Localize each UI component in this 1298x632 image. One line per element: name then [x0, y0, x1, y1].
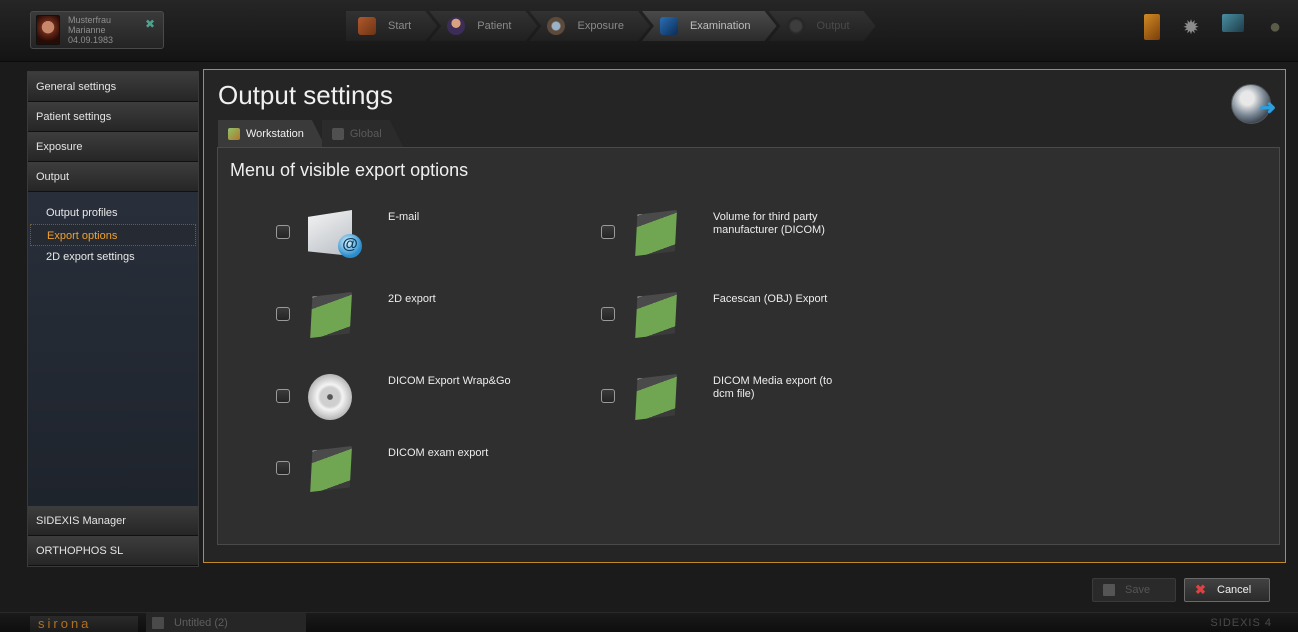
export-options-panel: Menu of visible export options @ E-mail … — [217, 147, 1280, 545]
workflow-step-patient[interactable]: Patient — [429, 11, 537, 41]
save-label: Save — [1125, 584, 1151, 596]
sidebar-item-sidexis-manager[interactable]: SIDEXIS Manager — [28, 506, 198, 536]
sidebar-item-exposure[interactable]: Exposure — [28, 132, 198, 162]
workflow-step-label: Examination — [689, 20, 751, 32]
exposure-icon — [547, 17, 565, 35]
disc-icon — [308, 374, 352, 420]
pin-icon[interactable]: ✖ — [145, 17, 155, 31]
sidebar-bottom: SIDEXIS Manager ORTHOPHOS SL — [28, 506, 198, 566]
option-label: 2D export — [388, 293, 436, 305]
option-label: DICOM exam export — [388, 447, 489, 459]
option-dicom-export-wrapgo: DICOM Export Wrap&Go — [276, 374, 576, 444]
sidebar-item-general-settings[interactable]: General settings — [28, 72, 198, 102]
workflow-step-label: Exposure — [577, 20, 624, 32]
floppy-icon — [310, 292, 352, 338]
start-icon — [358, 17, 376, 35]
floppy-icon — [635, 374, 677, 420]
examination-icon — [660, 17, 678, 35]
option-2d-export: 2D export — [276, 292, 576, 362]
option-label: Facescan (OBJ) Export — [713, 293, 828, 305]
workflow-bar: Start Patient Exposure Examination Outpu… — [346, 11, 868, 41]
sidebar-subitems: Output profiles Export options 2D export… — [28, 192, 198, 268]
option-label: DICOM Export Wrap&Go — [388, 375, 511, 387]
section-heading: Menu of visible export options — [230, 160, 469, 180]
option-dicom-media-export: DICOM Media export (to dcm file) — [601, 374, 901, 444]
patient-last-name: Musterfrau — [68, 15, 112, 25]
patient-card[interactable]: Musterfrau Marianne 04.09.1983 ✖ — [30, 11, 164, 49]
document-tab[interactable]: Untitled (2) — [146, 613, 306, 632]
global-icon — [332, 128, 344, 140]
cancel-label: Cancel — [1217, 584, 1252, 596]
tab-workstation[interactable]: Workstation — [218, 120, 326, 148]
patient-photo — [36, 15, 60, 45]
sidebar-item-output-profiles[interactable]: Output profiles — [30, 202, 196, 224]
patient-dob: 04.09.1983 — [68, 35, 114, 45]
document-icon — [152, 617, 164, 629]
email-checkbox[interactable] — [276, 225, 290, 239]
floppy-icon — [635, 292, 677, 338]
dicom-exam-export-checkbox[interactable] — [276, 461, 290, 475]
gear-icon[interactable]: ✹ — [1180, 14, 1202, 40]
document-name: Untitled (2) — [174, 617, 228, 629]
save-button[interactable]: Save — [1092, 578, 1176, 602]
workflow-step-label: Patient — [477, 20, 512, 32]
tab-label: Global — [349, 128, 382, 140]
output-icon — [787, 17, 805, 35]
globe-icon[interactable]: ● — [1264, 14, 1286, 40]
patient-info: Musterfrau Marianne 04.09.1983 — [68, 15, 113, 45]
book-icon[interactable] — [1144, 14, 1160, 40]
page-title: Output settings — [218, 80, 393, 110]
product-name: SIDEXIS 4 — [1210, 617, 1272, 629]
top-bar: Musterfrau Marianne 04.09.1983 ✖ Start P… — [0, 0, 1298, 62]
workflow-step-output[interactable]: Output — [769, 11, 876, 41]
sidebar-item-orthophos-sl[interactable]: ORTHOPHOS SL — [28, 536, 198, 566]
arrow-right-icon: ➜ — [1259, 97, 1276, 119]
tab-bar: Workstation Global — [218, 120, 400, 148]
workflow-step-start[interactable]: Start — [346, 11, 437, 41]
tab-label: Workstation — [246, 128, 304, 140]
sidebar-item-patient-settings[interactable]: Patient settings — [28, 102, 198, 132]
option-facescan-export: Facescan (OBJ) Export — [601, 292, 901, 362]
option-dicom-exam-export: DICOM exam export — [276, 446, 576, 516]
workflow-step-exposure[interactable]: Exposure — [529, 11, 649, 41]
patient-icon — [447, 17, 465, 35]
brand-logo: sirona — [30, 616, 138, 632]
floppy-icon — [310, 446, 352, 492]
status-bar: sirona Untitled (2) SIDEXIS 4 — [0, 612, 1298, 632]
sidebar-item-export-options[interactable]: Export options — [30, 224, 196, 246]
option-label: E-mail — [388, 211, 420, 223]
workflow-step-label: Output — [816, 20, 850, 32]
option-volume-third-party: Volume for third party manufacturer (DIC… — [601, 210, 901, 280]
tab-global[interactable]: Global — [322, 120, 404, 148]
option-label: Volume for third party manufacturer (DIC… — [713, 211, 825, 236]
at-sign-icon: @ — [338, 234, 362, 258]
cancel-button[interactable]: ✖ Cancel — [1184, 578, 1270, 602]
settings-sidebar: General settings Patient settings Exposu… — [27, 71, 199, 567]
cancel-icon: ✖ — [1195, 582, 1206, 597]
forward-navigation-button[interactable]: ➜ — [1231, 84, 1276, 124]
option-email: @ E-mail — [276, 210, 576, 280]
workflow-step-label: Start — [388, 20, 412, 32]
floppy-icon — [635, 210, 677, 256]
facescan-export-checkbox[interactable] — [601, 307, 615, 321]
workflow-step-examination[interactable]: Examination — [642, 11, 777, 41]
dicom-export-wrapgo-checkbox[interactable] — [276, 389, 290, 403]
volume-third-party-checkbox[interactable] — [601, 225, 615, 239]
monitor-icon[interactable] — [1222, 14, 1244, 32]
sidebar-item-2d-export-settings[interactable]: 2D export settings — [30, 246, 196, 268]
2d-export-checkbox[interactable] — [276, 307, 290, 321]
dicom-media-export-checkbox[interactable] — [601, 389, 615, 403]
top-toolbar: ✹ ● — [1144, 14, 1286, 40]
sidebar-item-output[interactable]: Output — [28, 162, 198, 192]
patient-first-name: Marianne — [68, 25, 106, 35]
main-panel: Output settings ➜ Workstation Global Men… — [203, 69, 1286, 563]
workstation-icon — [228, 128, 240, 140]
floppy-icon — [1103, 584, 1115, 596]
option-label: DICOM Media export (to dcm file) — [713, 375, 833, 400]
